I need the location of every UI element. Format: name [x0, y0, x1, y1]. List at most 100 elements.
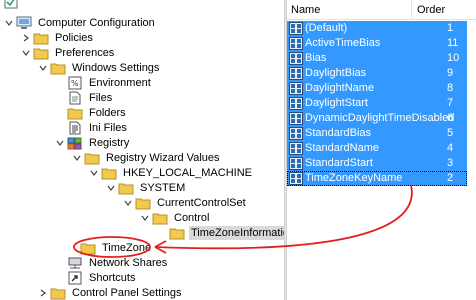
- value-order: 3: [447, 157, 454, 169]
- value-name: DaylightBias: [305, 67, 367, 79]
- chevron-down-icon[interactable]: [55, 135, 65, 150]
- file-icon: [69, 91, 81, 104]
- tree-item-ini-files[interactable]: Ini Files: [55, 120, 129, 135]
- tree-item-label: Ini Files: [89, 121, 127, 134]
- tree-item-control[interactable]: Control: [140, 210, 211, 225]
- tree-item-label: Computer Configuration: [38, 16, 155, 29]
- value-order: 8: [447, 82, 454, 94]
- tree-item-currentcontrolset[interactable]: CurrentControlSet: [123, 195, 248, 210]
- value-name: TimeZoneKeyName: [305, 172, 403, 184]
- value-row[interactable]: (Default) 1: [287, 21, 467, 36]
- tree-item-label: CurrentControlSet: [157, 196, 246, 209]
- registry-value-icon: [289, 82, 303, 95]
- folder-icon: [118, 183, 134, 194]
- value-name: (Default): [305, 22, 348, 34]
- tree-item-network-shares[interactable]: Network Shares: [55, 255, 169, 270]
- tree-item-label: Environment: [89, 76, 151, 89]
- registry-value-icon: [289, 157, 303, 170]
- tree-item-label: Policies: [55, 31, 93, 44]
- chevron-right-icon[interactable]: [38, 285, 48, 300]
- tree-item-policies[interactable]: Policies: [21, 30, 95, 45]
- tree-item-timezoneinformation[interactable]: TimeZoneInformation: [157, 225, 284, 240]
- folder-icon: [67, 108, 83, 119]
- tree-item-files[interactable]: Files: [55, 90, 114, 105]
- tree-item-environment[interactable]: % Environment: [55, 75, 153, 90]
- ini-file-icon: [69, 121, 81, 134]
- value-row[interactable]: StandardBias 5: [287, 126, 467, 141]
- tree-item-label: HKEY_LOCAL_MACHINE: [123, 166, 252, 179]
- value-row[interactable]: DynamicDaylightTimeDisabled 6: [287, 111, 467, 126]
- registry-value-icon: [289, 22, 303, 35]
- value-order: 1: [447, 22, 454, 34]
- tree-item-top[interactable]: [4, 0, 28, 9]
- chevron-down-icon[interactable]: [89, 165, 99, 180]
- column-header-order[interactable]: Order: [417, 4, 445, 16]
- tree-item-timezone[interactable]: TimeZone: [68, 240, 153, 255]
- tree-pane[interactable]: Computer Configuration Policies Preferen…: [0, 0, 284, 300]
- value-row[interactable]: DaylightStart 7: [287, 96, 467, 111]
- value-name: ActiveTimeBias: [305, 37, 381, 49]
- tree-item-label: Control: [174, 211, 210, 224]
- value-order: 6: [447, 112, 454, 124]
- value-row[interactable]: ActiveTimeBias 11: [287, 36, 467, 51]
- tree-item-system[interactable]: SYSTEM: [106, 180, 187, 195]
- chevron-down-icon[interactable]: [140, 210, 150, 225]
- value-order: 4: [447, 142, 454, 154]
- list-header: Name Order: [287, 0, 476, 20]
- folder-icon: [33, 48, 49, 59]
- chevron-right-icon[interactable]: [21, 30, 31, 45]
- tree-item-windows-settings[interactable]: Windows Settings: [38, 60, 161, 75]
- value-name: DaylightStart: [305, 97, 368, 109]
- registry-value-icon: [289, 37, 303, 50]
- tree-item-control-panel-settings[interactable]: Control Panel Settings: [38, 285, 183, 300]
- value-row[interactable]: DaylightBias 9: [287, 66, 467, 81]
- chevron-down-icon[interactable]: [4, 15, 14, 30]
- chevron-down-icon[interactable]: [38, 60, 48, 75]
- tree-item-label: Registry Wizard Values: [106, 151, 220, 164]
- registry-icon: [67, 137, 82, 149]
- chevron-down-icon[interactable]: [123, 195, 133, 210]
- folder-icon: [50, 288, 66, 299]
- tree-item-preferences[interactable]: Preferences: [21, 45, 116, 60]
- tree-item-label: Windows Settings: [72, 61, 160, 74]
- value-name: StandardName: [305, 142, 379, 154]
- tree-item-label: Shortcuts: [89, 271, 136, 284]
- tree-item-registry-wizard-values[interactable]: Registry Wizard Values: [72, 150, 222, 165]
- chevron-down-icon[interactable]: [72, 150, 82, 165]
- tree-item-shortcuts[interactable]: Shortcuts: [55, 270, 137, 285]
- value-order: 11: [447, 37, 459, 49]
- value-row[interactable]: TimeZoneKeyName 2: [287, 171, 467, 186]
- value-row[interactable]: Bias 10: [287, 51, 467, 66]
- value-row[interactable]: DaylightName 8: [287, 81, 467, 96]
- folder-icon: [80, 243, 96, 254]
- environment-icon: %: [68, 76, 82, 89]
- chevron-down-icon[interactable]: [21, 45, 31, 60]
- tree-item-folders[interactable]: Folders: [55, 105, 128, 120]
- value-order: 9: [447, 67, 454, 79]
- registry-value-icon: [289, 67, 303, 80]
- value-name: DynamicDaylightTimeDisabled: [305, 112, 455, 124]
- tree-item-hklm[interactable]: HKEY_LOCAL_MACHINE: [89, 165, 254, 180]
- folder-icon: [33, 33, 49, 44]
- folder-icon: [84, 153, 100, 164]
- column-divider[interactable]: [411, 0, 412, 20]
- network-shares-icon: [68, 257, 82, 268]
- tree-item-computer-configuration[interactable]: Computer Configuration: [4, 15, 157, 30]
- value-row[interactable]: StandardName 4: [287, 141, 467, 156]
- tree-item-registry[interactable]: Registry: [55, 135, 131, 150]
- values-list-pane[interactable]: Name Order (Default) 1 ActiveTimeBias 11 Bia…: [287, 0, 476, 300]
- registry-value-icon: [289, 127, 303, 140]
- column-header-name[interactable]: Name: [291, 4, 320, 16]
- tree-item-label: SYSTEM: [140, 181, 186, 194]
- value-row[interactable]: StandardStart 3: [287, 156, 467, 171]
- tree-item-label: Files: [89, 91, 113, 104]
- chevron-down-icon[interactable]: [106, 180, 116, 195]
- registry-value-icon: [289, 172, 303, 185]
- value-name: Bias: [305, 52, 327, 64]
- folder-icon: [50, 63, 66, 74]
- value-order: 10: [447, 52, 460, 64]
